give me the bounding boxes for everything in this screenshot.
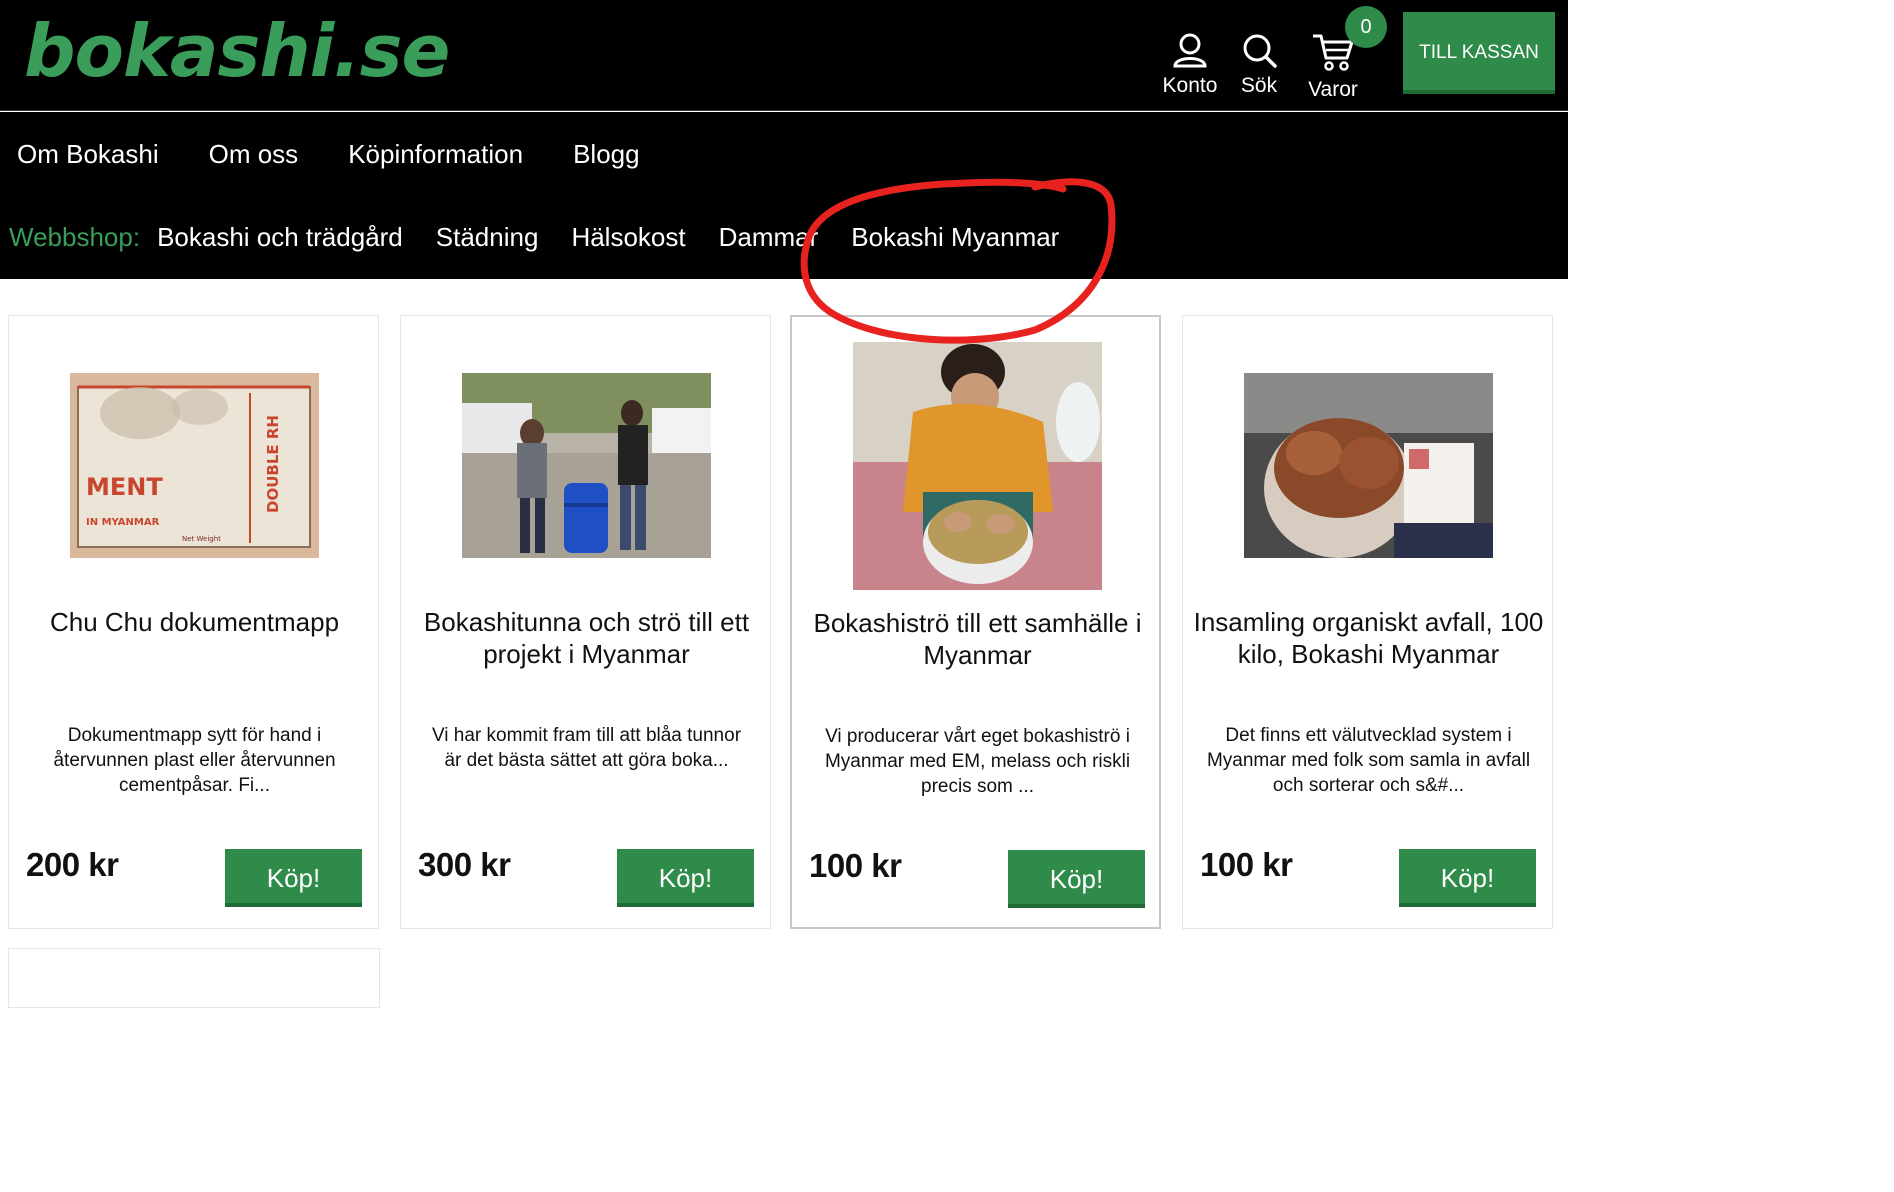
buy-button[interactable]: Köp!	[617, 849, 754, 907]
product-card[interactable]: Bokashiströ till ett samhälle i Myanmar …	[790, 315, 1161, 929]
product-description: Dokumentmapp sytt för hand i återvunnen …	[53, 725, 336, 796]
product-image-document-folder[interactable]: MENT IN MYANMAR DOUBLE RH Net Weight	[70, 373, 319, 558]
product-image-girl-mixing-bokashi[interactable]	[853, 342, 1102, 590]
product-card[interactable]: Insamling organiskt avfall, 100 kilo, Bo…	[1182, 315, 1553, 929]
product-description: Vi producerar vårt eget bokashiströ i My…	[824, 726, 1131, 797]
product-price: 200 kr	[26, 846, 119, 883]
svg-text:Net Weight: Net Weight	[182, 535, 221, 543]
site-logo[interactable]: bokashi.se	[24, 6, 450, 96]
shop-item-tradgard[interactable]: Bokashi och trädgård	[157, 219, 403, 255]
main-navigation: Om Bokashi Om oss Köpinformation Blogg W…	[0, 112, 1568, 279]
product-title[interactable]: Bokashiströ till ett samhälle i Myanmar	[802, 607, 1153, 671]
shop-menu: Webbshop: Bokashi och trädgård Städning …	[0, 219, 1092, 255]
svg-text:MENT: MENT	[86, 473, 163, 501]
product-image-blue-barrel[interactable]	[462, 373, 711, 558]
product-price: 100 kr	[1200, 846, 1293, 883]
buy-button[interactable]: Köp!	[1399, 849, 1536, 907]
nav-item-om-bokashi[interactable]: Om Bokashi	[17, 136, 159, 172]
product-description: Vi har kommit fram till att blåa tunnor …	[431, 725, 742, 771]
nav-item-blogg[interactable]: Blogg	[573, 136, 640, 172]
search-icon	[1243, 34, 1277, 68]
nav-item-om-oss[interactable]: Om oss	[209, 136, 299, 172]
search-label: Sök	[1240, 74, 1278, 97]
product-title[interactable]: Bokashitunna och strö till ett projekt i…	[411, 606, 762, 670]
main-menu: Om Bokashi Om oss Köpinformation Blogg	[0, 136, 673, 172]
product-card[interactable]: MENT IN MYANMAR DOUBLE RH Net Weight Chu…	[8, 315, 379, 929]
shop-item-dammar[interactable]: Dammar	[719, 219, 819, 255]
shop-item-bokashi-myanmar[interactable]: Bokashi Myanmar	[851, 219, 1059, 255]
product-price: 100 kr	[809, 847, 902, 884]
cart-label: Varor	[1308, 78, 1358, 101]
product-price: 300 kr	[418, 846, 511, 883]
product-card-partial[interactable]	[8, 948, 380, 1008]
product-card[interactable]: Bokashitunna och strö till ett projekt i…	[400, 315, 771, 929]
product-title[interactable]: Insamling organiskt avfall, 100 kilo, Bo…	[1193, 606, 1544, 670]
account-link[interactable]: Konto	[1155, 32, 1225, 104]
shop-item-stadning[interactable]: Städning	[436, 219, 539, 255]
shop-menu-label: Webbshop:	[9, 222, 141, 252]
site-header: bokashi.se Konto Sök Varor 0 TILL KASSAN	[0, 0, 1568, 111]
account-label: Konto	[1162, 74, 1218, 97]
nav-item-kopinformation[interactable]: Köpinformation	[348, 136, 523, 172]
cart-count-badge: 0	[1345, 6, 1387, 48]
user-icon	[1173, 33, 1207, 68]
product-title[interactable]: Chu Chu dokumentmapp	[19, 606, 370, 638]
checkout-button[interactable]: TILL KASSAN	[1403, 12, 1555, 94]
product-description: Det finns ett välutvecklad system i Myan…	[1206, 725, 1531, 796]
buy-button[interactable]: Köp!	[1008, 850, 1145, 908]
svg-text:IN MYANMAR: IN MYANMAR	[86, 517, 160, 528]
shop-item-halsokost[interactable]: Hälsokost	[571, 219, 685, 255]
buy-button[interactable]: Köp!	[225, 849, 362, 907]
product-image-organic-waste[interactable]	[1244, 373, 1493, 558]
svg-text:DOUBLE RH: DOUBLE RH	[264, 415, 282, 513]
search-link[interactable]: Sök	[1224, 32, 1294, 104]
